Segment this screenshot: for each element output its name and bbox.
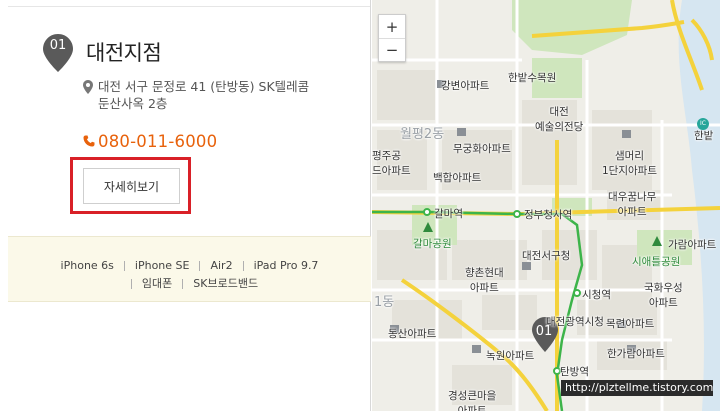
map-label: 녹원아파트 bbox=[486, 350, 535, 362]
map-label: 갈마역 bbox=[434, 208, 463, 220]
phone-icon bbox=[83, 135, 95, 147]
map-label: 정부청사역 bbox=[524, 209, 573, 221]
map-label: 대우꿈나무 아파트 bbox=[608, 191, 657, 218]
screen: 01 대전지점 대전 서구 문정로 41 (탄방동) SK텔레콤 둔산사옥 2층… bbox=[0, 0, 720, 411]
watermark: http://plztellme.tistory.com bbox=[561, 380, 713, 396]
device-item: iPhone SE bbox=[134, 259, 190, 272]
divider bbox=[123, 261, 125, 271]
map-label: 갈마공원 bbox=[413, 238, 452, 250]
map-label: 한밭 bbox=[694, 130, 714, 142]
map-pin-number[interactable]: 01 bbox=[531, 324, 557, 339]
map-label: 국화우성 아파트 bbox=[644, 282, 683, 309]
map-label: 시애틀공원 bbox=[632, 256, 681, 268]
device-item: 임대폰 bbox=[141, 277, 173, 290]
store-name: 대전지점 bbox=[86, 41, 162, 65]
ic-badge: IC bbox=[697, 118, 709, 130]
map-label: 한가람아파트 bbox=[607, 348, 665, 360]
zoom-control: + − bbox=[378, 14, 406, 62]
zoom-in-button[interactable]: + bbox=[379, 15, 405, 38]
device-item: Air2 bbox=[210, 259, 233, 272]
device-row-2: 임대폰 SK브로드밴드 bbox=[8, 275, 371, 291]
divider bbox=[130, 279, 132, 289]
map-label: 강변아파트 bbox=[441, 80, 490, 92]
device-item: iPad Pro 9.7 bbox=[253, 259, 319, 272]
zoom-out-button[interactable]: − bbox=[379, 38, 405, 61]
map-label: 샘머리 1단지아파트 bbox=[602, 150, 657, 177]
map-marker-icon bbox=[83, 80, 93, 94]
store-phone[interactable]: 080-011-6000 bbox=[98, 132, 217, 151]
map-label: 1동 bbox=[374, 295, 395, 310]
map-label: 월평2동 bbox=[400, 127, 445, 142]
address-line-2: 둔산사옥 2층 bbox=[98, 96, 168, 111]
device-row-1: iPhone 6s iPhone SE Air2 iPad Pro 9.7 bbox=[8, 259, 371, 272]
address-line-1: 대전 서구 문정로 41 (탄방동) SK텔레콤 bbox=[98, 79, 310, 94]
map-label: 목련아파트 bbox=[606, 318, 655, 330]
map-label: 평주공 드아파트 bbox=[372, 150, 411, 177]
detail-view-button[interactable]: 자세히보기 bbox=[83, 168, 180, 204]
divider bbox=[182, 279, 184, 289]
map-label: 경성큰마을 아파트 bbox=[448, 390, 497, 411]
map-label: 동산아파트 bbox=[388, 328, 437, 340]
map-label: 가람아파트 bbox=[668, 239, 717, 251]
map-label: 시청역 bbox=[582, 289, 611, 301]
map-label: 한밭수목원 bbox=[508, 72, 557, 84]
device-item: SK브로드밴드 bbox=[193, 277, 259, 290]
store-info-panel: 01 대전지점 대전 서구 문정로 41 (탄방동) SK텔레콤 둔산사옥 2층… bbox=[0, 0, 371, 411]
device-item: iPhone 6s bbox=[60, 259, 114, 272]
map-canvas[interactable] bbox=[372, 0, 720, 411]
divider bbox=[199, 261, 201, 271]
store-address: 대전 서구 문정로 41 (탄방동) SK텔레콤 둔산사옥 2층 bbox=[98, 78, 338, 112]
map-label: 무궁화아파트 bbox=[453, 143, 511, 155]
map-label: 백합아파트 bbox=[433, 172, 482, 184]
device-list: iPhone 6s iPhone SE Air2 iPad Pro 9.7 임대폰 SK… bbox=[8, 236, 371, 302]
map-view[interactable]: 한밭수목원 강변아파트 대전 예술의전당 한밭 월평2동 평주공 드아파트 무궁… bbox=[372, 0, 720, 411]
divider bbox=[8, 6, 370, 7]
map-label: 탄방역 bbox=[560, 366, 589, 378]
map-label: 대전 예술의전당 bbox=[535, 106, 584, 133]
store-pin-number: 01 bbox=[49, 38, 67, 53]
map-label: 대전서구청 bbox=[522, 250, 571, 262]
divider bbox=[242, 261, 244, 271]
map-label: 향촌현대 아파트 bbox=[465, 267, 504, 294]
